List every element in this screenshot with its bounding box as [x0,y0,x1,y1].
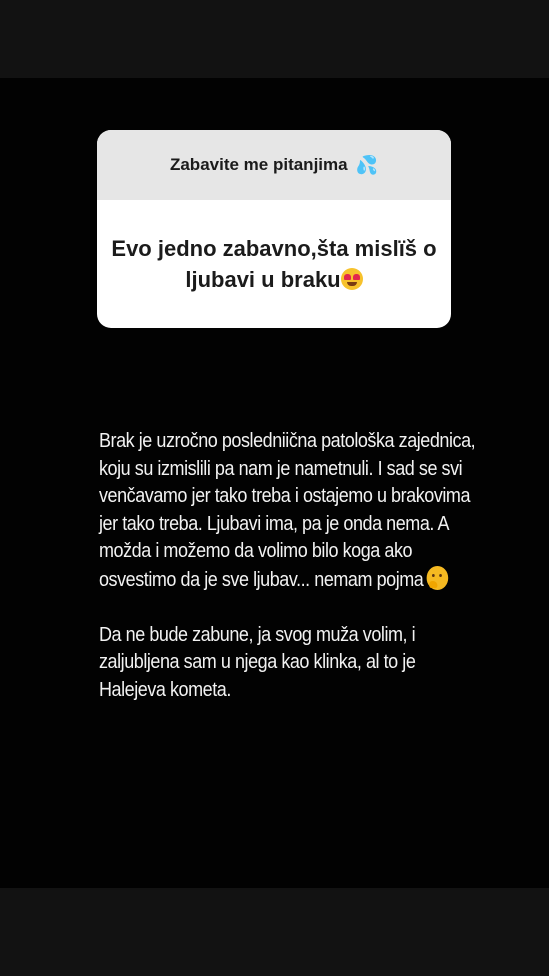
answer-text-block: Brak je uzročno posledniična patološka z… [99,428,477,704]
question-text: Evo jedno zabavno,šta mislïš o ljubavi u… [107,233,441,295]
question-sticker[interactable]: Zabavite me pitanjima 💦 Evo jedno zabavn… [97,130,451,328]
question-text-content: Evo jedno zabavno,šta mislïš o ljubavi u… [111,236,437,292]
question-sticker-title: Zabavite me pitanjima [169,155,348,174]
answer-paragraph-2: Da ne bude zabune, ja svog muža volim, i… [99,623,416,701]
sweat-droplets-icon: 💦 [355,154,379,175]
heart-eyes-icon [340,268,363,290]
bottom-bar [0,888,549,976]
top-bar [0,0,549,78]
question-sticker-body: Evo jedno zabavno,šta mislïš o ljubavi u… [97,200,451,328]
question-sticker-header: Zabavite me pitanjima 💦 [97,130,451,200]
answer-paragraph-1-text: Brak je uzročno posledniična patološka z… [99,430,476,591]
answer-paragraph-1: Brak je uzročno posledniična patološka z… [99,428,477,594]
thinking-face-icon [426,565,449,590]
